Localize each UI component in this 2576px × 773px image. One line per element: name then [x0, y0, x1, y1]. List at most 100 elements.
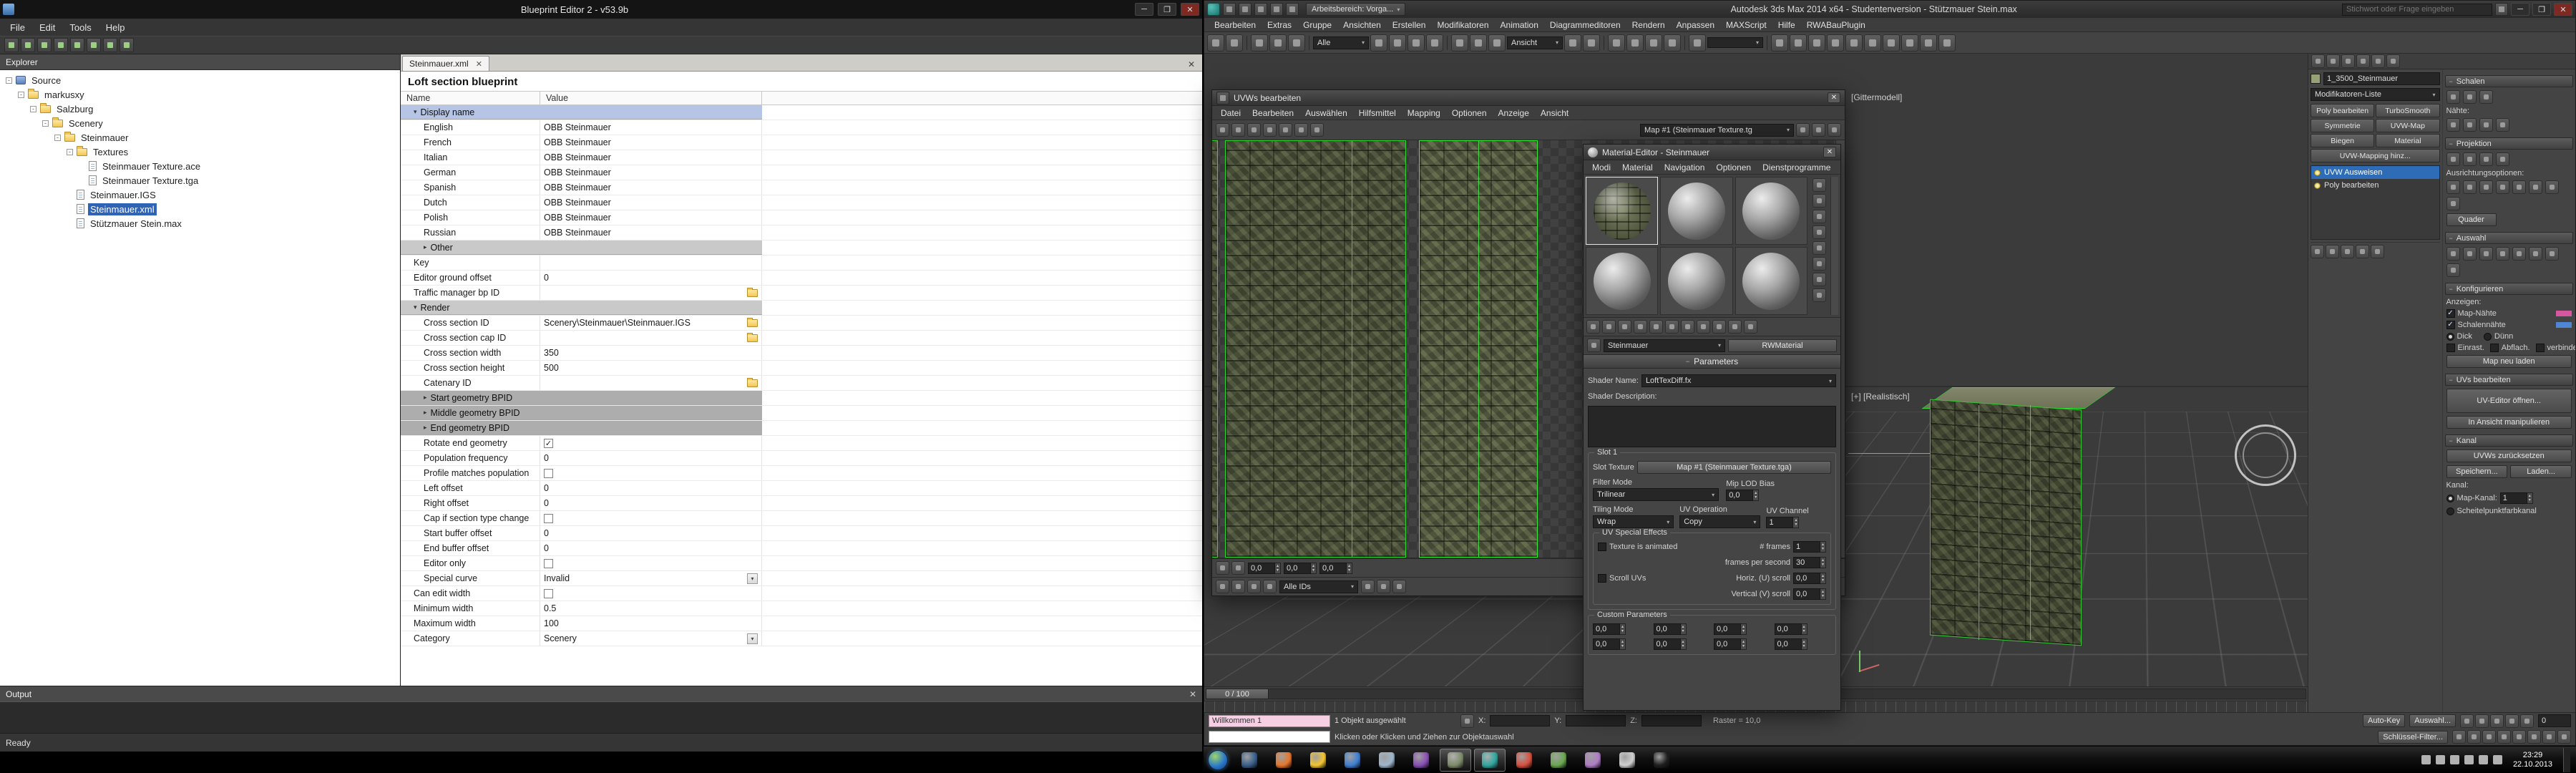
workspace-selector[interactable]: Arbeitsbereich: Vorga... ▾ [1306, 3, 1405, 16]
option-checkbox[interactable] [2536, 344, 2545, 352]
configure-option[interactable]: Einrast. [2446, 344, 2484, 352]
material-name-dropdown[interactable]: Steinmauer ▾ [1604, 339, 1725, 352]
property-row[interactable]: Left offset0 [401, 481, 1202, 496]
pick-material-icon[interactable] [1587, 339, 1601, 352]
property-row[interactable]: ▸Start geometry BPID [401, 391, 1202, 406]
orbit-icon[interactable] [2542, 730, 2556, 744]
cylindrical-map-icon[interactable] [2463, 152, 2477, 166]
custom-parameter-spinner[interactable]: 0,0▴▾ [1714, 623, 1771, 635]
mirror-icon[interactable] [1771, 34, 1788, 52]
coordinate-x-field[interactable] [1490, 715, 1550, 726]
window-crossing-icon[interactable] [1426, 34, 1443, 52]
uvw-close-button[interactable]: ✕ [1828, 92, 1840, 103]
spinner-arrows-icon[interactable]: ▴▾ [1753, 490, 1759, 501]
zoom-icon[interactable] [1812, 123, 1825, 137]
modifier-button[interactable]: UVW-Map [2376, 119, 2439, 132]
modifier-button[interactable]: TurboSmooth [2376, 104, 2439, 117]
motion-tab-icon[interactable] [2356, 54, 2370, 68]
tree-item[interactable]: -Source [0, 73, 400, 87]
tree-item[interactable]: -Steinmauer Texture.ace [0, 159, 400, 173]
property-row[interactable]: FrenchOBB Steinmauer [401, 135, 1202, 150]
save-icon[interactable] [37, 38, 52, 52]
reload-map-button[interactable]: Map neu laden [2446, 355, 2572, 368]
modifier-enabled-icon[interactable] [2314, 183, 2321, 189]
property-value[interactable]: 0 [540, 496, 762, 510]
configure-option[interactable]: verbinden [2536, 344, 2575, 352]
align-icon[interactable] [1790, 34, 1807, 52]
spinner-arrows-icon[interactable]: ▴▾ [1620, 623, 1626, 635]
property-row[interactable]: ▸End geometry BPID [401, 421, 1202, 436]
v-scroll-spinner[interactable]: 0,0▴▾ [1793, 588, 1826, 600]
property-value[interactable]: ✓ [540, 436, 762, 450]
expander-icon[interactable]: ▾ [414, 108, 417, 116]
menu-item[interactable]: Edit [32, 20, 62, 35]
u-scroll-spinner[interactable]: 0,0▴▾ [1793, 573, 1826, 584]
property-value[interactable]: OBB Steinmauer [540, 180, 762, 195]
material-id-channel-icon[interactable] [1681, 320, 1694, 334]
layer-manager-icon[interactable] [1808, 34, 1825, 52]
property-value[interactable]: Invalid▾ [540, 571, 762, 585]
modifier-button[interactable]: Symmetrie [2311, 119, 2374, 132]
viewport-label-main[interactable]: [+] [Realistisch] [1851, 392, 1910, 402]
u-coordinate-spinner[interactable]: 0,0▴▾ [1248, 563, 1281, 574]
object-color-swatch[interactable] [2311, 74, 2321, 84]
tree-item[interactable]: -Stützmauer Stein.max [0, 216, 400, 230]
property-value[interactable]: 0 [540, 451, 762, 465]
spinner-arrows-icon[interactable]: ▴▾ [1820, 573, 1826, 584]
column-header-value[interactable]: Value [540, 92, 762, 104]
go-to-start-icon[interactable] [2460, 714, 2474, 728]
find-icon[interactable] [119, 38, 134, 52]
material-sample-slot[interactable] [1735, 177, 1807, 245]
coordinate-z-field[interactable] [1641, 715, 1702, 726]
move-icon[interactable] [1216, 123, 1229, 137]
rectangular-selection-region-icon[interactable] [1407, 34, 1425, 52]
select-and-link-icon[interactable] [1251, 34, 1268, 52]
property-value[interactable] [540, 331, 762, 345]
property-value[interactable]: OBB Steinmauer [540, 225, 762, 240]
bind-to-spacewarp-icon[interactable] [1288, 34, 1305, 52]
pixel-snap-icon[interactable] [1377, 580, 1390, 593]
center-icon[interactable] [2545, 180, 2559, 194]
max-maximize-button[interactable]: ❐ [2532, 3, 2551, 16]
fit-icon[interactable] [2529, 180, 2542, 194]
lock-selection-icon[interactable] [1231, 561, 1245, 575]
tree-item[interactable]: -Steinmauer Texture.tga [0, 173, 400, 188]
menu-item[interactable]: RWABauPlugin [1801, 19, 1871, 31]
modifier-button-wide[interactable]: UVW-Mapping hinz... [2311, 149, 2440, 162]
menu-item[interactable]: Datei [1215, 107, 1246, 120]
edge-selection-to-seams-icon[interactable] [2479, 118, 2493, 132]
rollout-projektion-header[interactable]: −Projektion [2445, 137, 2574, 150]
mat-slots-scrollbar[interactable] [1830, 177, 1838, 315]
menu-item[interactable]: Ansichten [1337, 19, 1387, 31]
show-end-result-icon[interactable] [2326, 245, 2339, 258]
menu-item[interactable]: Mapping [1402, 107, 1446, 120]
id-filter-dropdown[interactable]: Alle IDs ▾ [1279, 580, 1358, 593]
load-uvws-button[interactable]: Laden... [2510, 465, 2572, 478]
property-row[interactable]: Cross section cap ID [401, 331, 1202, 346]
freeform-mode-icon[interactable] [1263, 123, 1277, 137]
vertex-color-radio[interactable] [2446, 507, 2454, 515]
tree-item[interactable]: -markusxy [0, 87, 400, 102]
spinner-arrows-icon[interactable]: ▴▾ [1741, 623, 1747, 635]
property-row[interactable]: Population frequency0 [401, 451, 1202, 466]
w-coordinate-spinner[interactable]: 0,0▴▾ [1319, 563, 1352, 574]
browse-folder-icon[interactable] [747, 379, 758, 387]
spinner-snap-icon[interactable] [1664, 34, 1681, 52]
remove-modifier-icon[interactable] [2356, 245, 2369, 258]
selection-filter-dropdown[interactable]: Alle▾ [1313, 37, 1369, 49]
time-slider-handle[interactable]: 0 / 100 [1206, 689, 1269, 699]
uv-channel-spinner[interactable]: 1▴▾ [1766, 517, 1831, 528]
object-name-field[interactable]: 1_3500_Steinmauer [2323, 72, 2440, 85]
unlink-selection-icon[interactable] [1269, 34, 1287, 52]
current-frame-field[interactable]: 0 [2538, 714, 2571, 727]
use-pivot-point-center-icon[interactable] [1564, 34, 1581, 52]
filter-mode-dropdown[interactable]: Trilinear ▾ [1593, 488, 1719, 501]
put-to-library-icon[interactable] [1665, 320, 1679, 334]
snap-icon[interactable] [1294, 123, 1308, 137]
uv-shell-2[interactable] [1419, 140, 1538, 558]
viewport-label-top[interactable]: [Gittermodell] [1851, 92, 1902, 102]
peel-seams-color-swatch[interactable] [2556, 322, 2572, 328]
spinner-arrows-icon[interactable]: ▴▾ [1820, 541, 1826, 553]
firefox-taskbar-button[interactable] [1268, 749, 1299, 772]
percent-snap-icon[interactable] [1645, 34, 1662, 52]
